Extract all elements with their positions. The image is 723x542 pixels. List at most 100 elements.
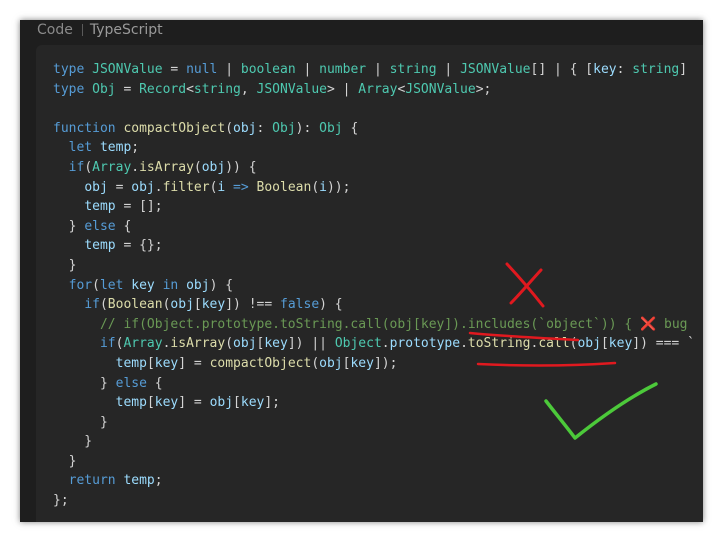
code-token: Array — [358, 81, 398, 97]
code-token: call — [538, 336, 570, 352]
language-label: TypeScript — [89, 22, 163, 38]
code-token: isArray — [170, 336, 226, 352]
code-token: filter — [162, 179, 210, 195]
code-token: = — [162, 62, 187, 77]
code-token: [ — [146, 355, 155, 371]
code-token: number — [319, 62, 367, 77]
code-token: null — [186, 62, 218, 77]
code-label: Code — [37, 22, 73, 38]
code-line: }; — [53, 491, 703, 511]
code-token: obj — [319, 355, 343, 371]
code-header: Code TypeScript — [20, 20, 703, 40]
code-token: obj — [84, 179, 108, 195]
code-token: obj — [170, 297, 194, 313]
code-token: { — [342, 120, 359, 136]
code-token: | — [217, 62, 241, 77]
code-token: ]; — [264, 395, 281, 411]
code-line: type Obj = Record<string, JSONValue> | A… — [53, 80, 703, 100]
code-token: in — [162, 277, 179, 293]
code-token: temp — [84, 199, 116, 215]
code-token: => — [233, 179, 249, 195]
code-token: type — [53, 81, 85, 97]
code-token: Obj — [272, 120, 296, 136]
code-token: key — [240, 395, 265, 411]
code-token: Boolean — [256, 179, 312, 195]
code-token: Boolean — [107, 297, 163, 313]
code-token: > | — [326, 81, 359, 97]
code-line: temp = []; — [53, 197, 703, 217]
code-token: key — [131, 277, 155, 293]
code-token: ] = — [178, 355, 210, 371]
code-token: else — [84, 218, 116, 234]
code-line: let temp; — [53, 138, 703, 158]
code-line: temp = {}; — [53, 236, 703, 256]
code-token: = []; — [115, 199, 163, 215]
code-token: ( — [193, 159, 202, 175]
code-token: [ — [193, 297, 202, 313]
code-token: Record — [139, 81, 187, 97]
code-token: let — [99, 277, 124, 293]
code-token: . — [381, 336, 390, 352]
code-token: temp — [99, 140, 132, 156]
code-token: temp — [115, 395, 147, 411]
code-token: obj — [201, 159, 226, 175]
code-token: ( — [225, 120, 234, 136]
code-token: )); — [326, 179, 351, 195]
code-line: temp[key] = compactObject(obj[key]); — [53, 354, 703, 374]
code-token: if — [99, 336, 116, 352]
code-line: } else { — [53, 374, 703, 394]
code-token: | — [295, 62, 320, 77]
code-token: JSONValue — [92, 62, 163, 77]
code-token: ( — [99, 297, 108, 313]
code-token: Obj — [319, 120, 343, 136]
code-line: if(Array.isArray(obj)) { — [53, 158, 703, 178]
code-token: false — [280, 297, 320, 313]
code-token: ]) === ` — [632, 336, 695, 352]
code-token: : — [616, 62, 633, 77]
code-block: type JSONValue = null | boolean | number… — [53, 60, 703, 511]
code-token: key — [154, 355, 179, 371]
code-token: JSONValue — [405, 81, 476, 97]
code-token: ]) !== — [225, 297, 281, 313]
code-token: < — [186, 81, 194, 97]
code-line: } — [53, 432, 703, 452]
code-token: Array — [92, 159, 132, 175]
code-token: . — [460, 336, 468, 352]
code-token: { — [115, 218, 132, 234]
code-token: obj — [577, 336, 601, 352]
code-line: temp[key] = obj[key]; — [53, 393, 703, 413]
code-token: Array — [123, 336, 163, 352]
code-line: } — [53, 256, 703, 276]
code-token: temp — [115, 355, 147, 371]
code-token: = {}; — [115, 238, 163, 254]
code-token: let — [68, 140, 93, 156]
code-token: isArray — [139, 159, 194, 175]
code-token: temp — [84, 238, 116, 254]
code-token: } — [53, 434, 93, 450]
code-token: } — [53, 453, 77, 469]
code-token: obj — [233, 120, 257, 136]
code-token: ; — [131, 140, 140, 156]
code-line: } — [53, 413, 703, 433]
code-token: [ — [146, 395, 155, 411]
code-token: function — [53, 120, 116, 136]
code-token: . — [131, 159, 140, 175]
code-line: for(let key in obj) { — [53, 276, 703, 296]
code-line: return temp; — [53, 471, 703, 491]
code-token: else — [115, 375, 147, 391]
code-editor[interactable]: type JSONValue = null | boolean | number… — [36, 45, 703, 522]
code-token: key — [201, 297, 226, 313]
code-line: } — [53, 452, 703, 472]
code-token: Object — [334, 336, 382, 352]
